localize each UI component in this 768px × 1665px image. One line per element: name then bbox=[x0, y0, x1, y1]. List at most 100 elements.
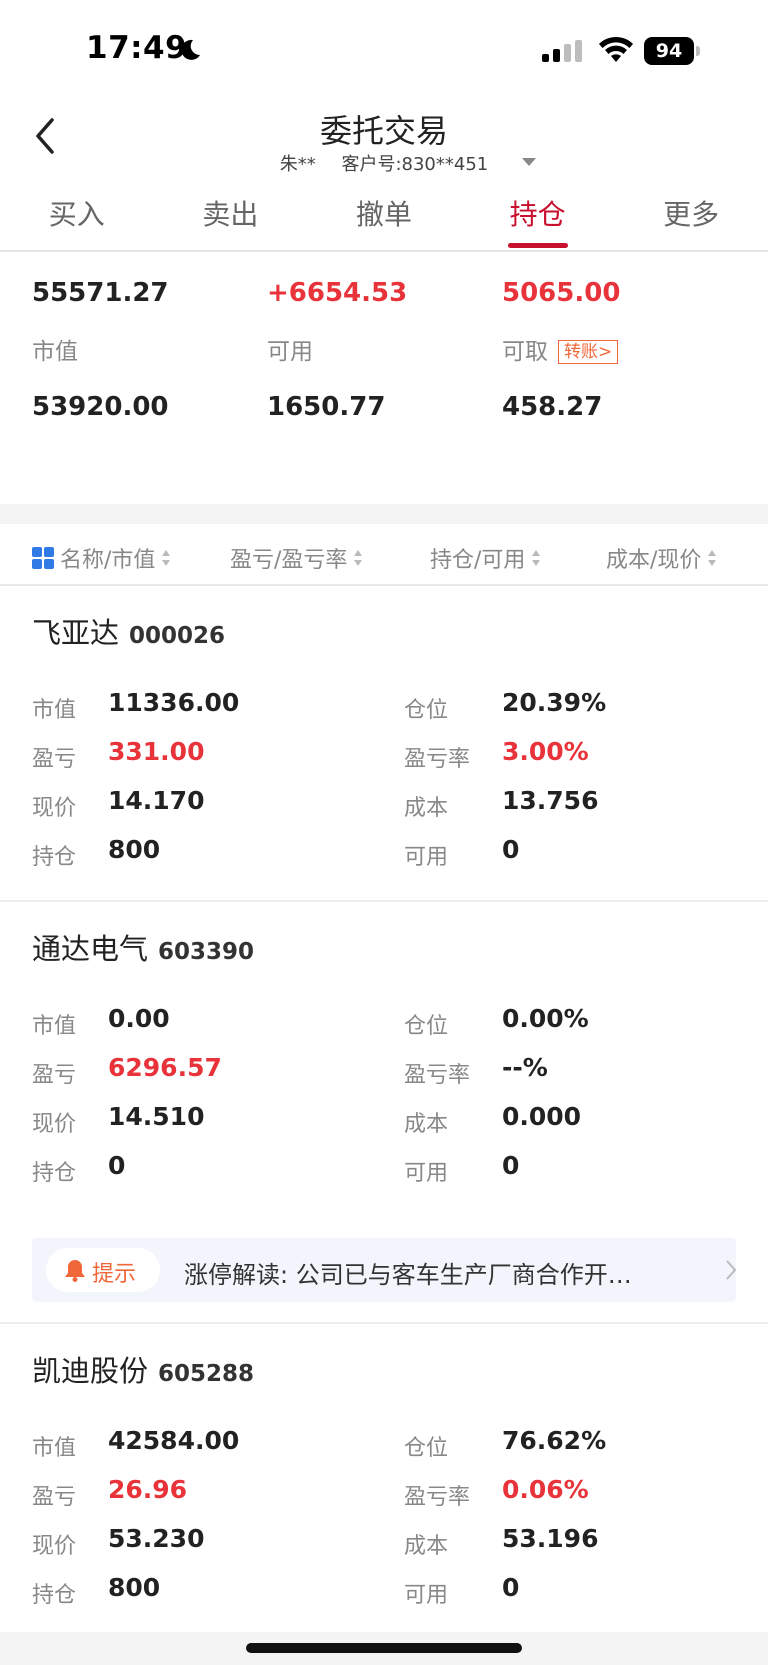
available-label: 可用 bbox=[404, 1161, 449, 1186]
stock-name-row: 通达电气 603390 bbox=[32, 926, 254, 968]
sort-icon bbox=[162, 550, 171, 566]
cost-label: 成本 bbox=[404, 1112, 449, 1137]
position-label: 仓位 bbox=[404, 698, 449, 723]
asset-summary: 55571.27 +6654.53 5065.00 市值 可用 可取 转账> 53… bbox=[0, 252, 768, 504]
positions-column-header: 名称/市值 盈亏/盈亏率 持仓/可用 成本/现价 bbox=[0, 524, 768, 586]
market-value: 11336.00 bbox=[108, 688, 240, 717]
pnl-rate-value: 3.00% bbox=[502, 737, 589, 766]
sort-icon bbox=[354, 550, 363, 566]
cellular-signal-icon bbox=[542, 40, 582, 62]
sort-icon bbox=[532, 550, 541, 566]
withdrawable-label-group: 可取 转账> bbox=[502, 332, 619, 366]
pnl-value: 6296.57 bbox=[108, 1053, 222, 1082]
limit-up-tip-banner[interactable]: 提示 涨停解读: 公司已与客车生产厂商合作开… bbox=[32, 1238, 738, 1302]
total-profit-value: +6654.53 bbox=[267, 278, 408, 308]
price-value: 14.170 bbox=[108, 786, 205, 815]
holding-label: 持仓 bbox=[32, 1583, 77, 1608]
col-name-value-label: 名称/市值 bbox=[60, 548, 156, 573]
market-value-label: 市值 bbox=[32, 698, 77, 723]
chevron-right-icon[interactable] bbox=[724, 1258, 738, 1282]
pnl-rate-label: 盈亏率 bbox=[404, 1063, 471, 1088]
price-value: 14.510 bbox=[108, 1102, 205, 1131]
tab-positions[interactable]: 持仓 bbox=[461, 190, 615, 250]
battery-level: 94 bbox=[644, 37, 694, 65]
page-title: 委托交易 bbox=[319, 112, 448, 150]
pnl-value: 331.00 bbox=[108, 737, 205, 766]
battery-indicator: 94 bbox=[644, 37, 700, 65]
stock-code: 605288 bbox=[158, 1361, 255, 1387]
market-value-label: 市值 bbox=[32, 1014, 77, 1039]
status-time: 17:49 bbox=[86, 30, 188, 66]
col-cost-price-label: 成本/现价 bbox=[606, 548, 702, 573]
tab-sell[interactable]: 卖出 bbox=[154, 190, 308, 250]
caret-down-icon[interactable] bbox=[521, 157, 537, 167]
price-label: 现价 bbox=[32, 1112, 77, 1137]
stock-name-row: 飞亚达 000026 bbox=[32, 610, 225, 652]
account-number: 客户号:830**451 bbox=[341, 154, 489, 175]
col-pnl[interactable]: 盈亏/盈亏率 bbox=[230, 542, 363, 574]
tip-label: 提示 bbox=[92, 1262, 137, 1287]
pnl-rate-label: 盈亏率 bbox=[404, 747, 471, 772]
withdrawable-label: 可取 bbox=[502, 339, 548, 365]
pnl-label: 盈亏 bbox=[32, 747, 77, 772]
col-name-value[interactable]: 名称/市值 bbox=[32, 542, 171, 574]
user-name: 朱** bbox=[279, 154, 316, 175]
wifi-icon bbox=[599, 36, 633, 62]
tab-more[interactable]: 更多 bbox=[614, 190, 768, 250]
col-holding[interactable]: 持仓/可用 bbox=[430, 542, 541, 574]
pnl-rate-value: 0.06% bbox=[502, 1475, 589, 1504]
holding-label: 持仓 bbox=[32, 1161, 77, 1186]
cost-label: 成本 bbox=[404, 796, 449, 821]
pnl-label: 盈亏 bbox=[32, 1063, 77, 1088]
position-value: 76.62% bbox=[502, 1426, 607, 1455]
col-pnl-label: 盈亏/盈亏率 bbox=[230, 548, 348, 573]
available-value: 0 bbox=[502, 1151, 520, 1180]
col-holding-label: 持仓/可用 bbox=[430, 548, 526, 573]
available-label: 可用 bbox=[404, 845, 449, 870]
pnl-rate-label: 盈亏率 bbox=[404, 1485, 471, 1510]
stock-name-row: 凯迪股份 605288 bbox=[32, 1348, 254, 1390]
trade-tabs: 买入 卖出 撤单 持仓 更多 bbox=[0, 190, 768, 252]
price-label: 现价 bbox=[32, 1534, 77, 1559]
holding-value: 800 bbox=[108, 1573, 161, 1602]
cost-label: 成本 bbox=[404, 1534, 449, 1559]
sort-icon bbox=[708, 550, 717, 566]
holding-card[interactable]: 飞亚达 000026 市值 11336.00 仓位 20.39% 盈亏 331.0… bbox=[0, 588, 768, 902]
pnl-value: 26.96 bbox=[108, 1475, 188, 1504]
position-value: 20.39% bbox=[502, 688, 607, 717]
position-value: 0.00% bbox=[502, 1004, 589, 1033]
tab-buy[interactable]: 买入 bbox=[0, 190, 154, 250]
battery-tip bbox=[696, 46, 700, 56]
available-value: 0 bbox=[502, 1573, 520, 1602]
market-value: 0.00 bbox=[108, 1004, 170, 1033]
nav-header: 委托交易 朱** 客户号:830**451 bbox=[0, 100, 768, 190]
tip-badge: 提示 bbox=[46, 1248, 160, 1292]
home-indicator[interactable] bbox=[246, 1643, 522, 1653]
moon-icon bbox=[181, 39, 200, 60]
market-value-label: 市值 bbox=[32, 339, 78, 365]
tab-cancel-order[interactable]: 撤单 bbox=[307, 190, 461, 250]
transfer-button[interactable]: 转账> bbox=[558, 340, 619, 364]
cost-value: 0.000 bbox=[502, 1102, 582, 1131]
position-label: 仓位 bbox=[404, 1014, 449, 1039]
holding-card[interactable]: 凯迪股份 605288 市值 42584.00 仓位 76.62% 盈亏 26.9… bbox=[0, 1326, 768, 1632]
total-asset-value: 55571.27 bbox=[32, 278, 169, 308]
cost-value: 53.196 bbox=[502, 1524, 599, 1553]
stock-code: 603390 bbox=[158, 939, 255, 965]
section-divider bbox=[0, 504, 768, 524]
today-profit-value: 5065.00 bbox=[502, 278, 621, 308]
market-value: 42584.00 bbox=[108, 1426, 240, 1455]
position-label: 仓位 bbox=[404, 1436, 449, 1461]
account-selector[interactable]: 朱** 客户号:830**451 bbox=[0, 150, 768, 176]
holding-label: 持仓 bbox=[32, 845, 77, 870]
grid-view-icon[interactable] bbox=[32, 547, 54, 569]
available-value: 1650.77 bbox=[267, 392, 386, 422]
withdrawable-value: 458.27 bbox=[502, 392, 603, 422]
stock-code: 000026 bbox=[129, 623, 226, 649]
cost-value: 13.756 bbox=[502, 786, 599, 815]
stock-name: 通达电气 bbox=[32, 932, 149, 966]
col-cost-price[interactable]: 成本/现价 bbox=[606, 542, 717, 574]
holding-value: 0 bbox=[108, 1151, 126, 1180]
available-label: 可用 bbox=[404, 1583, 449, 1608]
price-value: 53.230 bbox=[108, 1524, 205, 1553]
